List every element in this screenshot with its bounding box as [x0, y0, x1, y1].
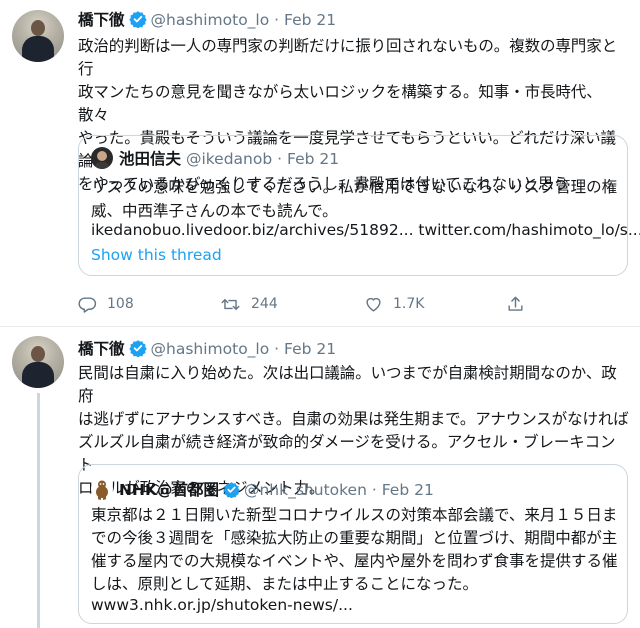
- like-button[interactable]: 1.7K: [364, 292, 424, 316]
- quoted-author-handle: @ikedanob: [185, 150, 273, 168]
- retweet-button[interactable]: 244: [220, 292, 278, 316]
- quoted-author-name: NHK@首都圏: [119, 481, 219, 499]
- separator-dot: ·: [371, 481, 377, 499]
- separator-dot: ·: [277, 150, 283, 168]
- quoted-author-handle: @nhk_shutoken: [243, 481, 367, 499]
- quoted-text-line: リスクの意味を勉強してください。私が信用できないなら、リスク管理の権: [91, 178, 618, 196]
- tweet-text-line: 民間は自粛に入り始めた。次は出口議論。いつまでが自粛検討期間なのか、政府: [78, 364, 617, 405]
- reply-button[interactable]: 108: [78, 292, 134, 316]
- share-button[interactable]: [506, 292, 535, 316]
- quoted-author-name: 池田信夫: [119, 150, 182, 168]
- retweet-icon: [221, 298, 240, 310]
- quoted-date: Feb 21: [287, 150, 340, 168]
- author-handle[interactable]: @hashimoto_lo: [151, 340, 270, 358]
- retweet-count: 244: [251, 296, 278, 312]
- avatar[interactable]: [12, 336, 64, 388]
- quoted-avatar: [91, 147, 113, 169]
- tweet-text-line: 政治的判断は一人の専門家の判断だけに振り回されないもの。複数の専門家と行: [78, 37, 618, 78]
- verified-badge-icon: [128, 339, 147, 361]
- quoted-text-line: しは、原則として延期、または中止することになった。: [91, 575, 479, 593]
- avatar[interactable]: [12, 10, 64, 62]
- nhk-logo-icon: [91, 478, 113, 500]
- thread-connector-line: [37, 393, 40, 628]
- show-thread-link[interactable]: Show this thread: [91, 246, 222, 264]
- tweet-actions: 108 244 1.7K: [78, 292, 630, 316]
- tweet-header: 橋下徹 @hashimoto_lo · Feb 21: [78, 8, 336, 30]
- author-name[interactable]: 橋下徹: [78, 11, 125, 29]
- quoted-tweet[interactable]: 池田信夫 @ikedanob · Feb 21 リスクの意味を勉強してください。…: [78, 135, 640, 276]
- author-handle[interactable]: @hashimoto_lo: [151, 11, 270, 29]
- tweet-header: 橋下徹 @hashimoto_lo · Feb 21: [78, 337, 336, 359]
- quoted-text-line: 東京都は２１日開いた新型コロナウイルスの対策本部会議で、来月１５日ま: [91, 506, 618, 524]
- tweet-date[interactable]: Feb 21: [284, 11, 336, 29]
- tweet-date[interactable]: Feb 21: [284, 340, 336, 358]
- quoted-text: 東京都は２１日開いた新型コロナウイルスの対策本部会議で、来月１５日ま での今後３…: [91, 504, 619, 596]
- quoted-date: Feb 21: [381, 481, 434, 499]
- quoted-header: 池田信夫 @ikedanob · Feb 21: [119, 147, 339, 169]
- quoted-text: リスクの意味を勉強してください。私が信用できないなら、リスク管理の権 威、中西準…: [91, 175, 619, 223]
- quoted-tweet[interactable]: NHK@首都圏 @nhk_shutoken · Feb 21 東京都は２１日開いた…: [78, 464, 628, 624]
- tweet-text-line: は逃げずにアナウンスすべき。自粛の効果は発生期まで。アナウンスがなければ: [78, 410, 629, 428]
- author-name[interactable]: 橋下徹: [78, 340, 125, 358]
- like-count: 1.7K: [393, 296, 425, 312]
- verified-badge-icon: [223, 481, 240, 502]
- tweet[interactable]: 橋下徹 @hashimoto_lo · Feb 21 民間は自粛に入り始めた。次は…: [0, 327, 640, 628]
- quoted-link[interactable]: www3.nhk.or.jp/shutoken-news/...: [91, 596, 353, 614]
- share-icon: [508, 296, 523, 311]
- tweet[interactable]: 橋下徹 @hashimoto_lo · Feb 21 政治的判断は一人の専門家の判…: [0, 0, 640, 326]
- reply-icon: [78, 296, 97, 313]
- quoted-text-line: での今後３週間を「感染拡大防止の重要な期間」と位置づけ、期間中都が主: [91, 529, 618, 547]
- reply-count: 108: [107, 296, 134, 312]
- quoted-link[interactable]: ikedanobuo.livedoor.biz/archives/51892..…: [91, 221, 640, 239]
- quoted-header: NHK@首都圏 @nhk_shutoken · Feb 21: [119, 478, 434, 502]
- like-icon: [366, 297, 381, 312]
- separator-dot: ·: [274, 11, 280, 29]
- tweet-text-line: 政マンたちの意見を聞きながら太いロジックを構築する。知事・市長時代、散々: [78, 83, 602, 124]
- separator-dot: ·: [274, 340, 280, 358]
- quoted-text-line: 催する屋内での大規模なイベントや、屋内や屋外を問わず食事を提供する催: [91, 552, 618, 570]
- verified-badge-icon: [128, 10, 147, 32]
- quoted-text-line: 威、中西準子さんの本でも読んで。: [91, 202, 338, 220]
